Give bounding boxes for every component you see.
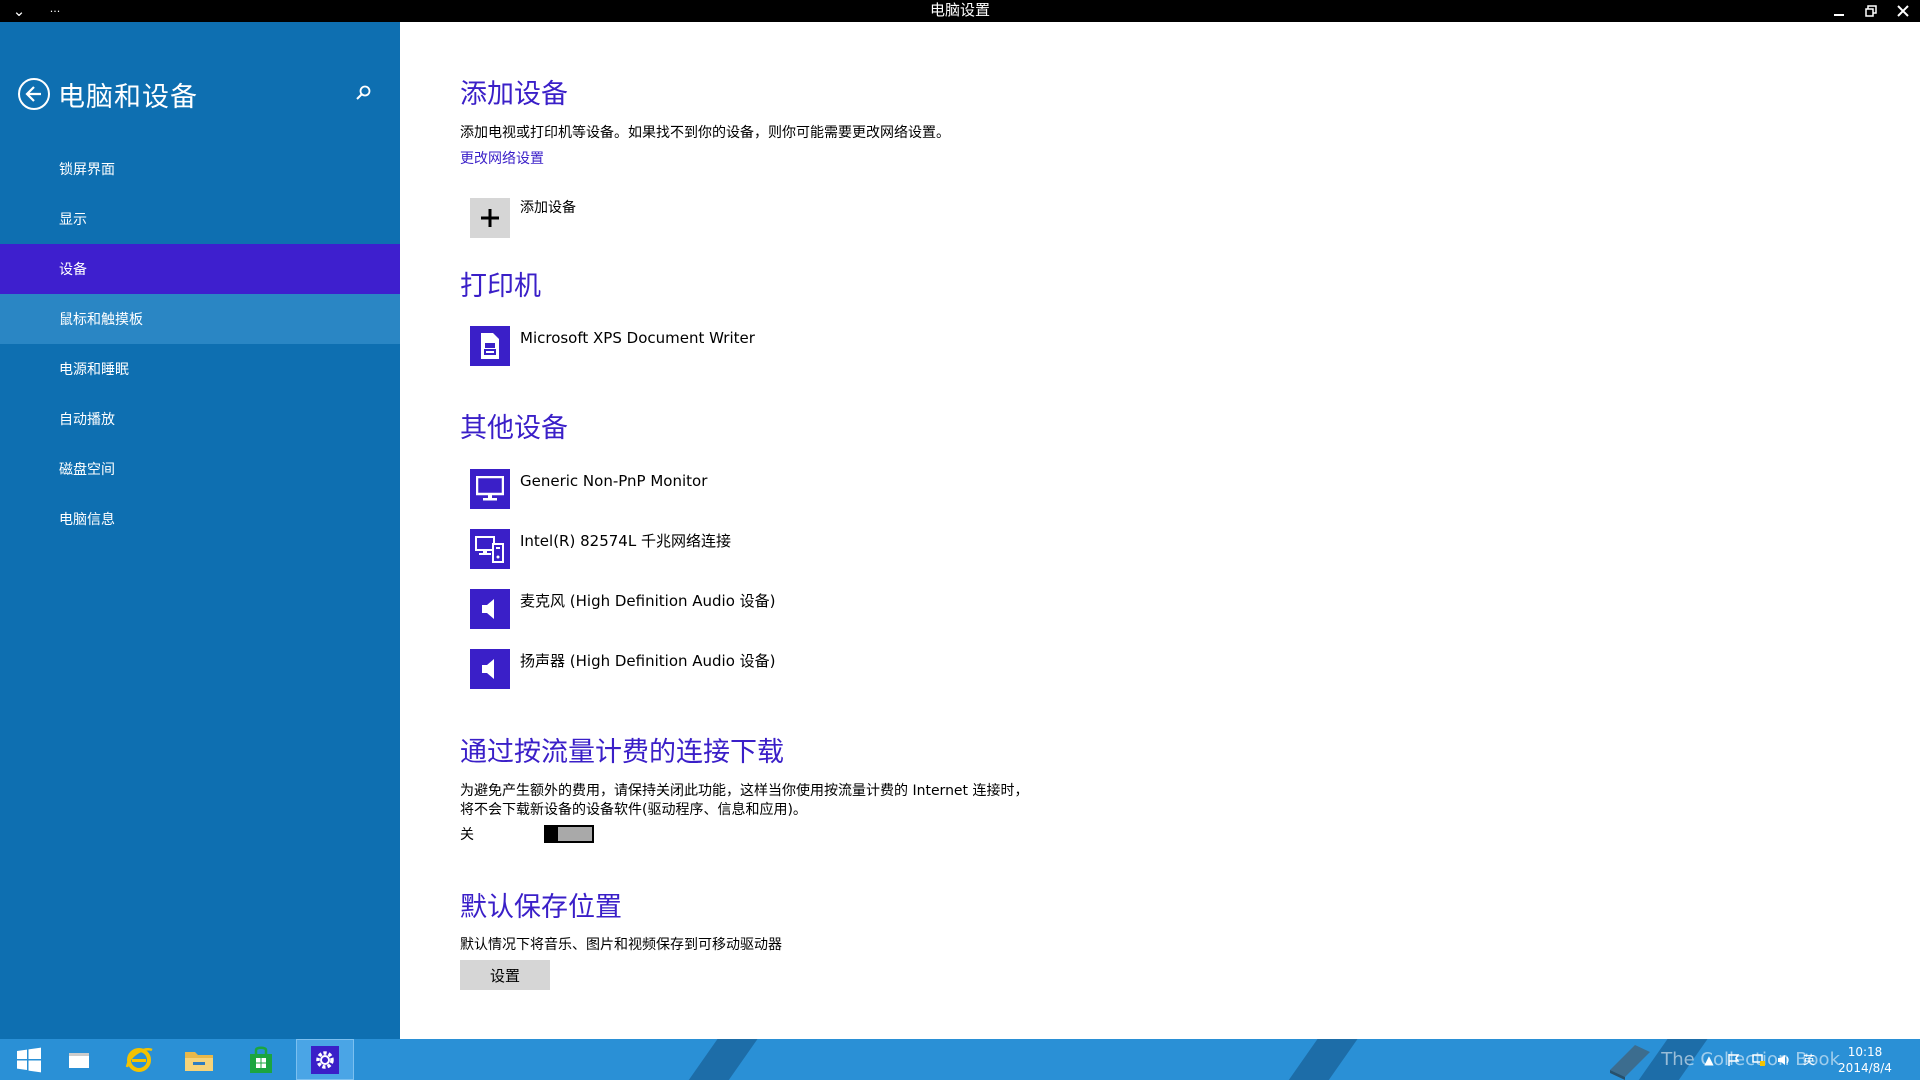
back-arrow-icon	[25, 86, 41, 102]
speaker-icon	[482, 599, 494, 619]
restore-button[interactable]	[1860, 1, 1882, 21]
taskbar-decoration	[1275, 1039, 1365, 1080]
main-content: 添加设备 添加电视或打印机等设备。如果找不到你的设备，则你可能需要更改网络设置。…	[460, 22, 1860, 1039]
sidebar-item-lock-screen[interactable]: 锁屏界面	[0, 144, 400, 194]
sidebar-item-pc-info[interactable]: 电脑信息	[0, 494, 400, 544]
plus-icon	[481, 209, 499, 227]
default-save-settings-button[interactable]: 设置	[460, 960, 550, 990]
sidebar-item-devices[interactable]: 设备	[0, 244, 400, 294]
add-device-plus-tile	[470, 198, 510, 238]
network-status-icon[interactable]	[1748, 1049, 1770, 1071]
device-row-speakers[interactable]: 扬声器 (High Definition Audio 设备)	[470, 649, 776, 691]
sidebar-title: 电脑和设备	[58, 81, 198, 113]
metered-toggle-switch[interactable]	[544, 825, 594, 843]
close-button[interactable]	[1892, 1, 1914, 21]
metered-description-line2: 将不会下载新设备的设备软件(驱动程序、信息和应用)。	[460, 802, 807, 818]
taskbar: The Collection Book ▲ 英 10:18 2014/8/4	[0, 1039, 1920, 1080]
folder-icon	[185, 1051, 213, 1071]
change-network-settings-link[interactable]: 更改网络设置	[460, 148, 544, 168]
sidebar-item-label: 电源和睡眠	[59, 362, 129, 378]
sidebar: 电脑和设备 锁屏界面 显示 设备 鼠标和触摸板 电源和睡眠 自动播放 磁盘空间 …	[0, 22, 400, 1039]
taskbar-task-view[interactable]	[50, 1039, 108, 1080]
back-button[interactable]	[18, 78, 50, 110]
network-icon	[475, 536, 504, 563]
show-hidden-icons-chevron-icon[interactable]: ▲	[1698, 1049, 1720, 1071]
metered-toggle-row: 关	[460, 824, 594, 844]
sidebar-item-display[interactable]: 显示	[0, 194, 400, 244]
minimize-button[interactable]	[1828, 1, 1850, 21]
clock[interactable]: 10:18 2014/8/4	[1830, 1044, 1900, 1076]
taskbar-decoration	[675, 1039, 765, 1080]
sidebar-item-label: 自动播放	[59, 412, 115, 428]
device-tile	[470, 469, 510, 509]
metered-description-line1: 为避免产生额外的费用，请保持关闭此功能，这样当你使用按流量计费的 Interne…	[460, 783, 1029, 799]
sidebar-header: 电脑和设备	[18, 74, 388, 114]
device-row-monitor[interactable]: Generic Non-PnP Monitor	[470, 469, 707, 511]
action-center-flag-icon[interactable]	[1723, 1049, 1745, 1071]
window-icon	[69, 1052, 89, 1068]
close-icon	[1897, 5, 1909, 17]
window-title: 电脑设置	[929, 1, 990, 19]
device-label: 麦克风 (High Definition Audio 设备)	[520, 592, 776, 610]
other-devices-heading: 其他设备	[460, 413, 568, 444]
taskbar-file-explorer[interactable]	[170, 1039, 228, 1080]
sidebar-item-autoplay[interactable]: 自动播放	[0, 394, 400, 444]
device-row-xps-writer[interactable]: Microsoft XPS Document Writer	[470, 326, 755, 368]
taskbar-store[interactable]	[232, 1039, 290, 1080]
taskbar-pc-settings[interactable]	[296, 1039, 354, 1080]
system-tray: ▲ 英 10:18 2014/8/4	[1698, 1039, 1920, 1080]
clock-date: 2014/8/4	[1838, 1060, 1892, 1075]
clock-time: 10:18	[1847, 1044, 1883, 1059]
sidebar-nav: 锁屏界面 显示 设备 鼠标和触摸板 电源和睡眠 自动播放 磁盘空间 电脑信息	[0, 144, 400, 544]
device-row-microphone[interactable]: 麦克风 (High Definition Audio 设备)	[470, 589, 776, 631]
add-device-label: 添加设备	[520, 200, 576, 216]
printer-icon	[481, 333, 499, 359]
speaker-icon	[482, 659, 494, 679]
sidebar-item-label: 设备	[59, 262, 87, 278]
sidebar-item-label: 鼠标和触摸板	[59, 312, 143, 328]
device-label: 扬声器 (High Definition Audio 设备)	[520, 652, 776, 670]
add-device-button[interactable]: 添加设备	[470, 198, 576, 240]
sidebar-item-label: 显示	[59, 212, 87, 228]
device-label: Microsoft XPS Document Writer	[520, 329, 755, 347]
device-label: Intel(R) 82574L 千兆网络连接	[520, 532, 731, 550]
taskbar-internet-explorer[interactable]	[110, 1039, 168, 1080]
default-save-heading: 默认保存位置	[460, 892, 622, 923]
windows-logo-icon	[17, 1047, 41, 1072]
search-icon	[356, 85, 371, 100]
device-row-network-adapter[interactable]: Intel(R) 82574L 千兆网络连接	[470, 529, 731, 571]
store-bag-icon	[250, 1046, 272, 1073]
sidebar-item-mouse-touchpad[interactable]: 鼠标和触摸板	[0, 294, 400, 344]
printers-heading: 打印机	[460, 271, 541, 302]
restore-icon	[1865, 5, 1877, 17]
search-button[interactable]	[352, 82, 374, 104]
sidebar-item-label: 磁盘空间	[59, 462, 115, 478]
device-tile	[470, 326, 510, 366]
add-devices-description: 添加电视或打印机等设备。如果找不到你的设备，则你可能需要更改网络设置。	[460, 125, 950, 141]
device-tile	[470, 529, 510, 569]
device-tile	[470, 649, 510, 689]
default-save-description: 默认情况下将音乐、图片和视频保存到可移动驱动器	[460, 937, 782, 953]
sidebar-item-disk-space[interactable]: 磁盘空间	[0, 444, 400, 494]
volume-icon[interactable]	[1773, 1049, 1795, 1071]
toggle-knob	[546, 825, 558, 843]
book-logo-icon	[1610, 1044, 1651, 1080]
monitor-icon	[476, 476, 504, 501]
title-bar: ⌄ ··· 电脑设置	[0, 0, 1920, 22]
sidebar-item-label: 电脑信息	[59, 512, 115, 528]
device-tile	[470, 589, 510, 629]
gear-icon	[311, 1045, 339, 1074]
minimize-icon	[1834, 14, 1844, 16]
metered-download-heading: 通过按流量计费的连接下载	[460, 737, 784, 768]
add-devices-heading: 添加设备	[460, 79, 568, 110]
internet-explorer-icon	[125, 1047, 153, 1072]
toggle-state-label: 关	[460, 827, 474, 843]
sidebar-item-power-sleep[interactable]: 电源和睡眠	[0, 344, 400, 394]
sidebar-item-label: 锁屏界面	[59, 162, 115, 178]
input-method-indicator[interactable]: 英	[1798, 1049, 1820, 1071]
device-label: Generic Non-PnP Monitor	[520, 472, 708, 490]
